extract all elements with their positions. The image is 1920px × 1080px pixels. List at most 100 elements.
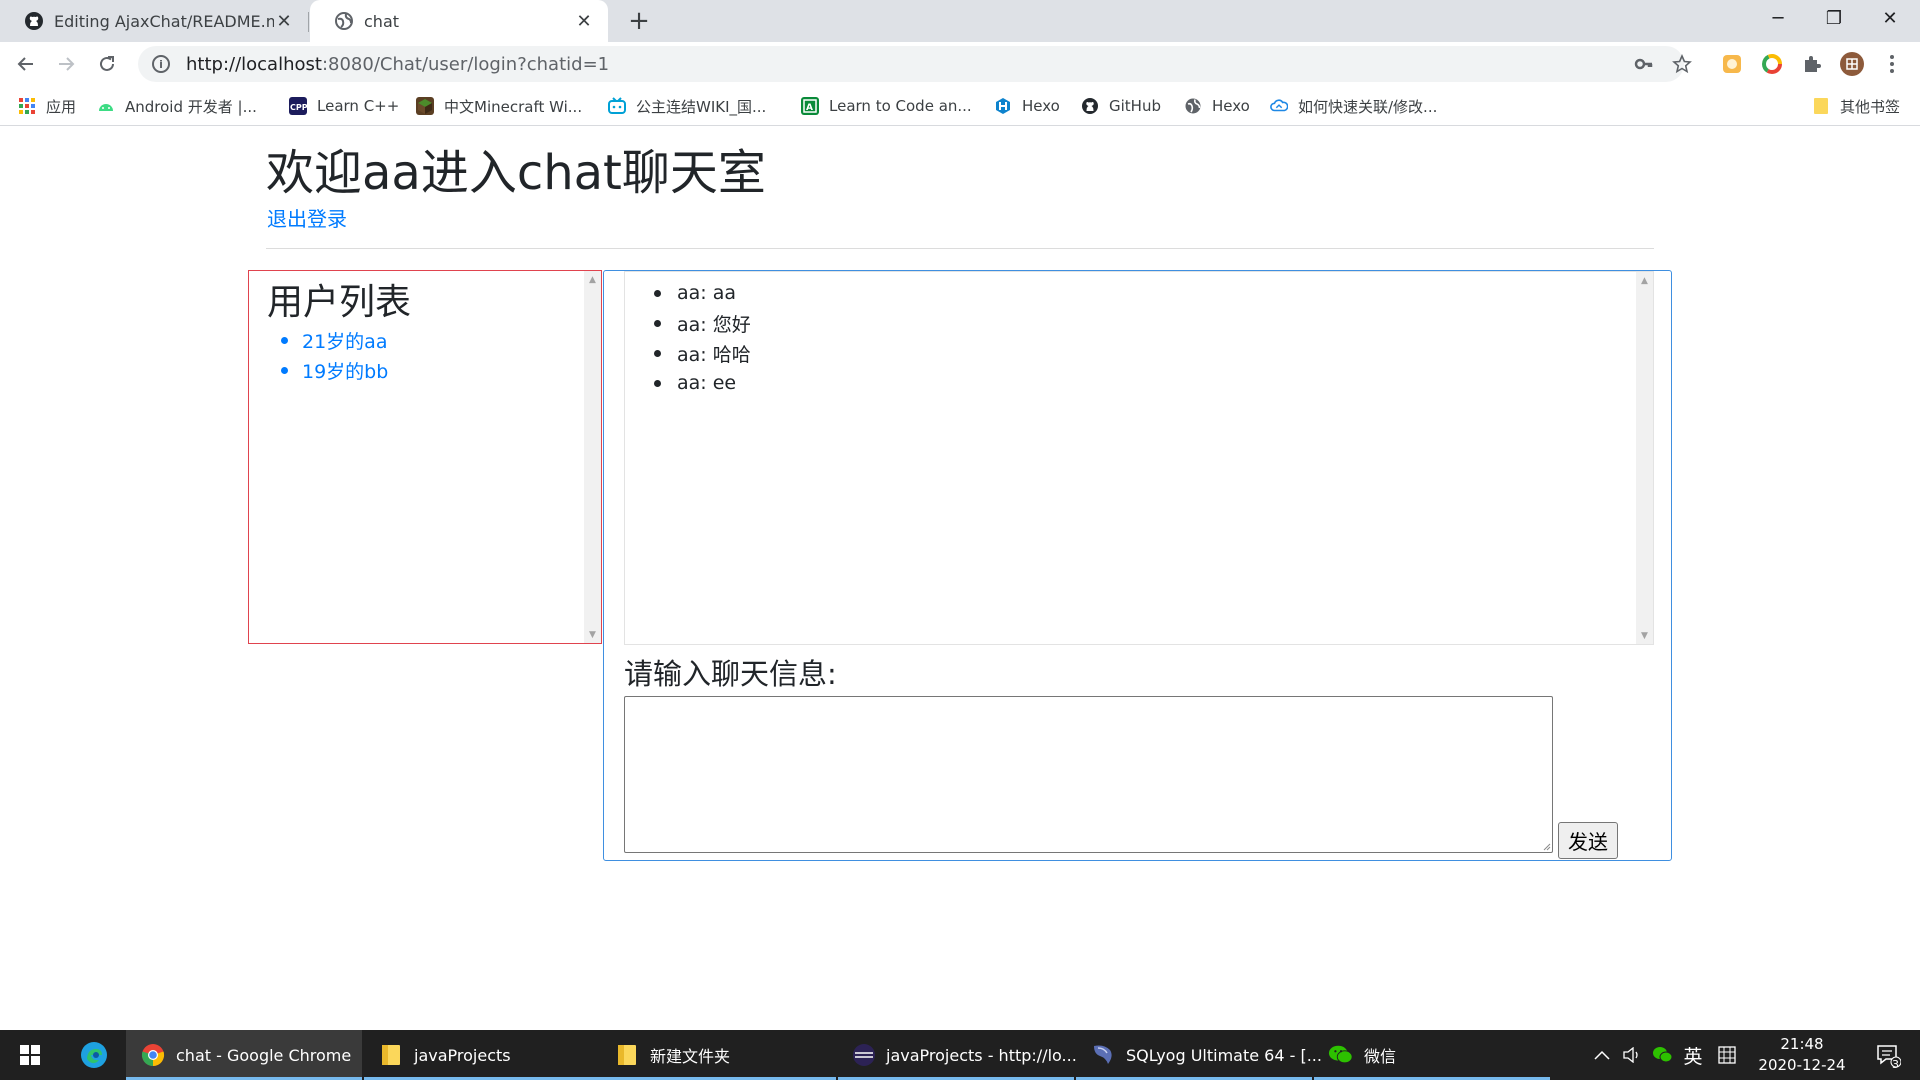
close-window-button[interactable]: ✕ bbox=[1862, 0, 1918, 36]
taskbar-label: 微信 bbox=[1364, 1047, 1397, 1066]
message-item: aa: 哈哈 bbox=[677, 338, 751, 368]
message-scrollbar[interactable]: ▲ ▼ bbox=[1636, 272, 1653, 644]
extension-orange-icon[interactable] bbox=[1716, 48, 1748, 80]
message-item: aa: aa bbox=[677, 278, 751, 308]
browser-toolbar: i http://localhost:8080/Chat/user/login?… bbox=[0, 42, 1920, 86]
ime-language-indicator[interactable]: 英 bbox=[1680, 1030, 1706, 1080]
bookmark-hexo[interactable]: Hexo bbox=[994, 94, 1060, 118]
folder-icon bbox=[378, 1042, 404, 1068]
message-list: aa: aa aa: 您好 aa: 哈哈 aa: ee bbox=[677, 278, 751, 398]
apps-grid-icon bbox=[18, 97, 36, 115]
bookmark-label: Hexo bbox=[1212, 97, 1250, 115]
logout-link[interactable]: 退出登录 bbox=[267, 203, 347, 232]
minimize-button[interactable]: ─ bbox=[1750, 0, 1806, 36]
page-title: 欢迎aa进入chat聊天室 bbox=[266, 145, 766, 201]
globe-icon bbox=[1184, 97, 1202, 115]
bookmark-princess-connect-wiki[interactable]: 公主连结WIKI_国... bbox=[608, 94, 766, 118]
github-icon bbox=[24, 11, 44, 31]
chrome-icon bbox=[140, 1042, 166, 1068]
chat-message-input[interactable] bbox=[624, 696, 1553, 853]
message-area[interactable]: aa: aa aa: 您好 aa: 哈哈 aa: ee ▲ ▼ bbox=[624, 271, 1654, 645]
resize-grip-icon[interactable] bbox=[1541, 841, 1551, 851]
taskbar-label: 新建文件夹 bbox=[650, 1047, 731, 1066]
system-clock[interactable]: 21:48 2020-12-24 bbox=[1744, 1034, 1860, 1076]
notification-center-icon[interactable]: 3 bbox=[1866, 1030, 1910, 1080]
message-item: aa: ee bbox=[677, 368, 751, 398]
other-bookmarks[interactable]: 其他书签 bbox=[1812, 94, 1900, 118]
bookmarks-bar: 应用 Android 开发者 |... CPP Learn C++ 中文Mine… bbox=[0, 86, 1920, 126]
globe-icon bbox=[334, 11, 354, 31]
taskbar-eclipse[interactable]: javaProjects - http://lo... bbox=[838, 1030, 1077, 1080]
user-item[interactable]: 21岁的aa bbox=[302, 325, 388, 355]
edge-icon[interactable] bbox=[72, 1030, 116, 1080]
bookmark-label: GitHub bbox=[1109, 97, 1161, 115]
hexo-icon bbox=[994, 97, 1012, 115]
bookmark-hexo-2[interactable]: Hexo bbox=[1184, 94, 1250, 118]
url-host: http://localhost bbox=[186, 53, 322, 75]
folder-icon bbox=[1812, 97, 1830, 115]
windows-start-icon[interactable] bbox=[0, 1030, 60, 1080]
eclipse-icon bbox=[852, 1042, 876, 1068]
bookmark-android[interactable]: Android 开发者 |... bbox=[97, 94, 257, 118]
tray-chevron-up-icon[interactable] bbox=[1590, 1030, 1614, 1080]
new-tab-button[interactable]: + bbox=[624, 6, 654, 36]
close-tab-icon[interactable]: ✕ bbox=[574, 11, 594, 32]
sqlyog-icon bbox=[1090, 1042, 1116, 1068]
bookmark-learn-to-code[interactable]: A Learn to Code an... bbox=[801, 94, 972, 118]
wechat-icon bbox=[1328, 1042, 1354, 1068]
bookmark-quick-link[interactable]: 如何快速关联/修改... bbox=[1270, 94, 1437, 118]
reload-icon[interactable] bbox=[91, 48, 123, 80]
extensions-puzzle-icon[interactable] bbox=[1796, 48, 1828, 80]
github-icon bbox=[1081, 97, 1099, 115]
profile-avatar[interactable] bbox=[1836, 48, 1868, 80]
scroll-down-arrow-icon[interactable]: ▼ bbox=[584, 626, 601, 643]
tab-readme[interactable]: Editing AjaxChat/README.md ✕ bbox=[0, 0, 308, 42]
taskbar-chrome[interactable]: chat - Google Chrome bbox=[126, 1030, 362, 1080]
taskbar-sqlyog[interactable]: SQLyog Ultimate 64 - [... bbox=[1076, 1030, 1322, 1080]
scroll-down-arrow-icon[interactable]: ▼ bbox=[1636, 627, 1653, 644]
restore-button[interactable]: ❐ bbox=[1806, 0, 1862, 36]
taskbar-wechat[interactable]: 微信 bbox=[1314, 1030, 1550, 1080]
bookmark-minecraft-wiki[interactable]: 中文Minecraft Wi... bbox=[416, 94, 582, 118]
extension-ring-icon[interactable] bbox=[1756, 48, 1788, 80]
taskbar-javaprojects-folder[interactable]: javaProjects bbox=[364, 1030, 600, 1080]
forward-icon[interactable] bbox=[50, 48, 82, 80]
chat-panel: aa: aa aa: 您好 aa: 哈哈 aa: ee ▲ ▼ 请输入聊天信息:… bbox=[603, 270, 1672, 861]
clock-date: 2020-12-24 bbox=[1758, 1056, 1846, 1074]
bookmark-learn-cpp[interactable]: CPP Learn C++ bbox=[289, 94, 399, 118]
send-button[interactable]: 发送 bbox=[1558, 822, 1618, 859]
wechat-tray-icon[interactable] bbox=[1650, 1030, 1676, 1080]
taskbar-new-folder[interactable]: 新建文件夹 bbox=[600, 1030, 836, 1080]
star-icon[interactable] bbox=[1666, 46, 1698, 82]
bookmark-label: Learn C++ bbox=[317, 97, 400, 115]
input-prompt-label: 请输入聊天信息: bbox=[624, 657, 837, 691]
scroll-up-arrow-icon[interactable]: ▲ bbox=[584, 271, 601, 288]
tab-chat[interactable]: chat ✕ bbox=[310, 0, 608, 42]
menu-kebab-icon[interactable] bbox=[1876, 48, 1908, 80]
volume-icon[interactable] bbox=[1620, 1030, 1644, 1080]
bilibili-icon bbox=[608, 97, 626, 115]
back-icon[interactable] bbox=[10, 48, 42, 80]
url-path: :8080/Chat/user/login?chatid=1 bbox=[321, 53, 610, 75]
ime-mode-icon[interactable] bbox=[1714, 1030, 1740, 1080]
tab-divider bbox=[308, 12, 309, 32]
bookmark-label: Learn to Code an... bbox=[829, 97, 972, 115]
bookmark-label: Hexo bbox=[1022, 97, 1060, 115]
key-icon[interactable] bbox=[1628, 46, 1660, 82]
cpp-icon: CPP bbox=[289, 97, 307, 115]
taskbar-label: chat - Google Chrome bbox=[176, 1045, 352, 1065]
svg-text:A: A bbox=[806, 103, 813, 113]
divider bbox=[266, 248, 1654, 249]
bookmark-apps[interactable]: 应用 bbox=[18, 94, 76, 118]
close-tab-icon[interactable]: ✕ bbox=[274, 11, 294, 32]
address-bar[interactable]: i http://localhost:8080/Chat/user/login?… bbox=[138, 46, 1692, 82]
user-item[interactable]: 19岁的bb bbox=[302, 355, 388, 385]
scroll-up-arrow-icon[interactable]: ▲ bbox=[1636, 272, 1653, 289]
site-info-icon[interactable]: i bbox=[152, 55, 170, 73]
bookmark-label: 中文Minecraft Wi... bbox=[444, 97, 583, 116]
windows-taskbar: chat - Google Chrome javaProjects 新建文件夹 … bbox=[0, 1030, 1920, 1080]
minecraft-icon bbox=[416, 97, 434, 115]
user-list-scrollbar[interactable]: ▲ ▼ bbox=[584, 271, 601, 643]
bookmark-github[interactable]: GitHub bbox=[1081, 94, 1161, 118]
folder-icon bbox=[614, 1042, 640, 1068]
